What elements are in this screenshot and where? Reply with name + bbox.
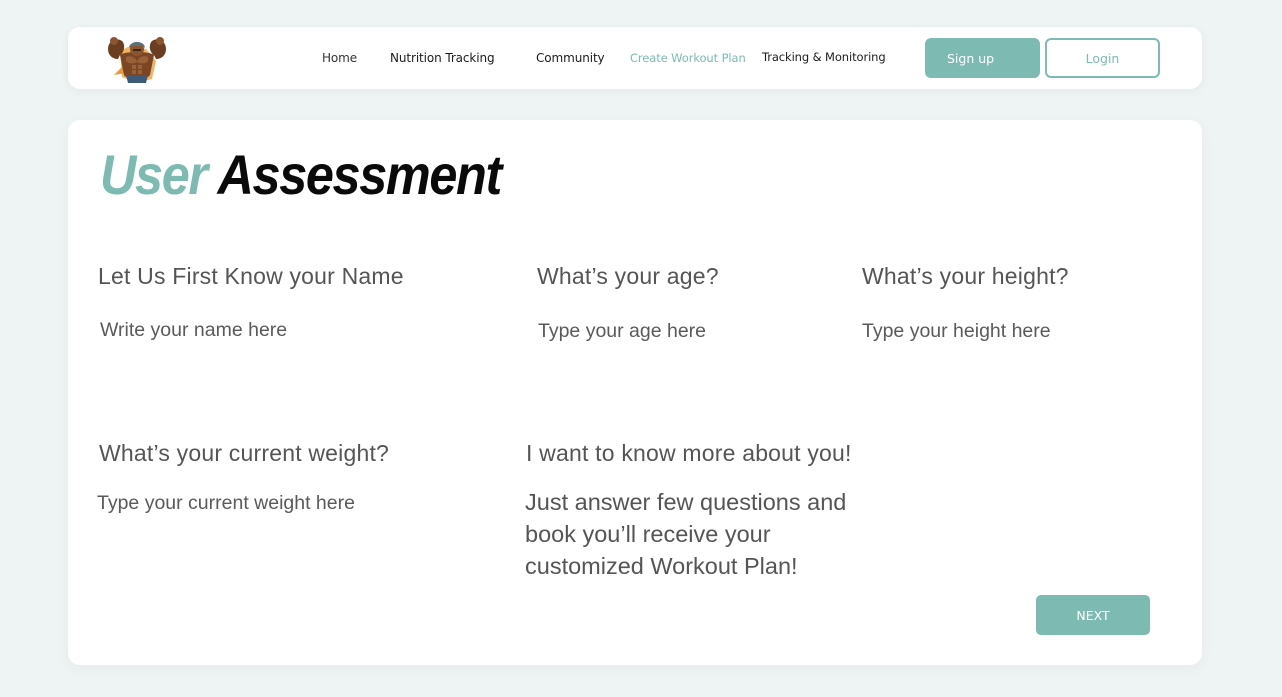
weight-label: What’s your current weight?: [99, 440, 390, 466]
weight-input[interactable]: [97, 489, 397, 517]
nav-link-nutrition-tracking[interactable]: Nutrition Tracking: [390, 51, 495, 65]
next-button[interactable]: NEXT: [1036, 595, 1150, 635]
signup-button[interactable]: Sign up: [925, 38, 1040, 78]
about-description: Just answer few questions and book you’l…: [525, 489, 847, 579]
name-input[interactable]: [100, 316, 400, 344]
nav-link-tracking-monitoring[interactable]: Tracking & Monitoring: [762, 50, 886, 64]
name-label: Let Us First Know your Name: [98, 263, 404, 289]
about-heading: I want to know more about you!: [526, 440, 852, 466]
nav-link-create-workout-plan[interactable]: Create Workout Plan: [630, 51, 746, 65]
assessment-card: User Assessment Let Us First Know your N…: [68, 120, 1202, 665]
title-accent: User: [100, 143, 208, 206]
title-main: Assessment: [217, 143, 502, 206]
age-input[interactable]: [538, 317, 838, 345]
page-title: User Assessment: [100, 142, 502, 207]
login-button[interactable]: Login: [1045, 38, 1160, 78]
nav-link-home[interactable]: Home: [322, 51, 357, 65]
height-label: What’s your height?: [862, 263, 1069, 289]
nav-link-community[interactable]: Community: [536, 51, 605, 65]
navbar: Home Nutrition Tracking Community Create…: [68, 27, 1202, 89]
bodybuilder-logo-icon[interactable]: [102, 35, 172, 85]
height-input[interactable]: [862, 317, 1162, 345]
age-label: What’s your age?: [537, 263, 719, 289]
